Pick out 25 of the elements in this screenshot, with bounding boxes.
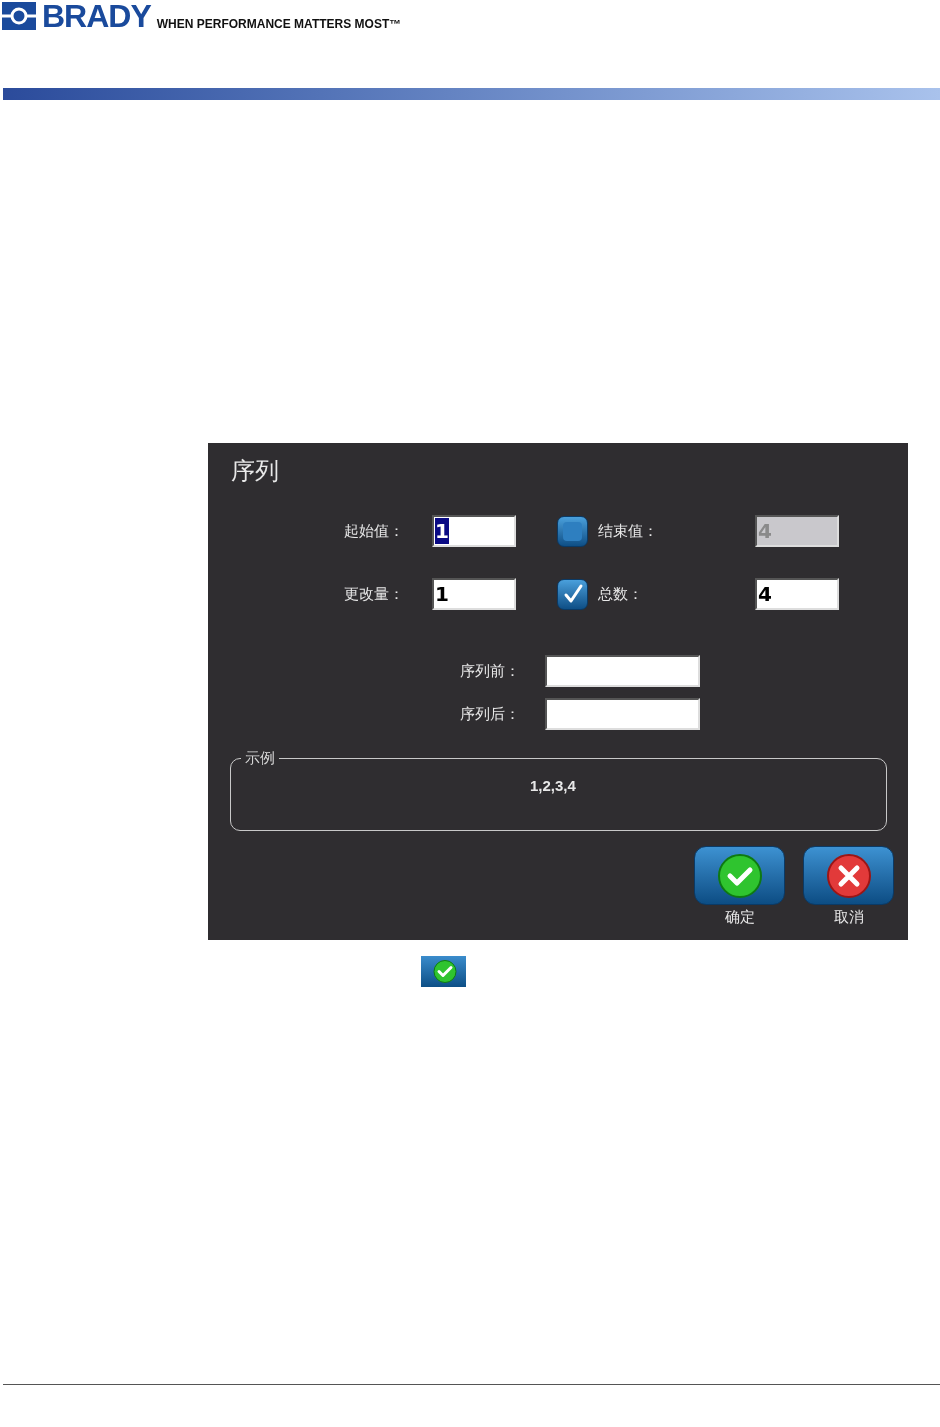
- cancel-button[interactable]: [803, 846, 894, 905]
- dialog-title: 序列: [231, 459, 279, 483]
- checkbox[interactable]: [557, 578, 588, 610]
- ok-button[interactable]: [694, 846, 785, 905]
- button-caption: 取消: [833, 907, 864, 927]
- ok-icon: [421, 956, 466, 987]
- field-label: 更改量：: [343, 583, 404, 604]
- input-field[interactable]: [545, 698, 700, 730]
- field-label: 序列后：: [459, 703, 520, 724]
- close-icon: [825, 852, 872, 899]
- input-field[interactable]: 1: [432, 578, 516, 610]
- input-field[interactable]: 4: [755, 578, 839, 610]
- field-label: 起始值：: [343, 520, 404, 541]
- checkmark-icon: [716, 852, 763, 899]
- tagline: WHEN PERFORMANCE MATTERS MOST™: [156, 18, 402, 30]
- input-field[interactable]: [545, 655, 700, 687]
- logo-icon: [2, 2, 36, 30]
- input-field[interactable]: 1: [432, 515, 516, 547]
- button-caption: 确定: [724, 907, 755, 927]
- example-legend: 示例: [241, 748, 279, 768]
- option-label: 总数：: [598, 583, 644, 604]
- example-text: 1,2,3,4: [530, 776, 576, 796]
- brand-name: BRADY: [42, 0, 151, 32]
- field-label: 序列前：: [459, 660, 520, 681]
- option-label: 结束值：: [598, 520, 659, 541]
